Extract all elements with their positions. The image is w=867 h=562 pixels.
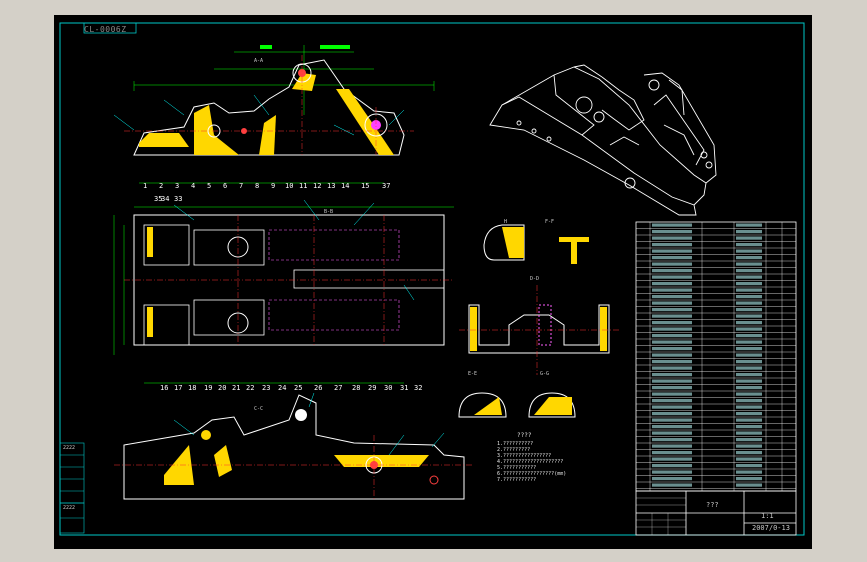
- scale-label: 1:1: [761, 512, 774, 520]
- balloon-24: 24: [278, 384, 286, 392]
- balloon-30: 30: [384, 384, 392, 392]
- balloon-21: 21: [232, 384, 240, 392]
- balloon-32: 32: [414, 384, 422, 392]
- balloon-14: 14: [341, 182, 349, 190]
- balloon-13: 13: [327, 182, 335, 190]
- section-label-a: A-A: [254, 58, 263, 64]
- side-label-b: 2222: [63, 505, 76, 511]
- balloon-5: 5: [207, 182, 211, 190]
- balloon-22: 22: [246, 384, 254, 392]
- balloon-10: 10: [285, 182, 293, 190]
- side-label-a: 2222: [63, 445, 76, 451]
- balloon-20: 20: [218, 384, 226, 392]
- top-elevation-view: [113, 45, 435, 184]
- balloon-37: 37: [382, 182, 390, 190]
- balloon-23: 23: [262, 384, 270, 392]
- balloon-25: 25: [294, 384, 302, 392]
- balloon-19: 19: [204, 384, 212, 392]
- balloon-11: 11: [299, 182, 307, 190]
- balloon-15: 15: [361, 182, 369, 190]
- bottom-elevation-view: [114, 392, 474, 500]
- balloon-16: 16: [160, 384, 168, 392]
- notes-title: ????: [517, 432, 532, 439]
- middle-plan-view: [113, 199, 454, 384]
- technical-notes: ???? 1.?????????? 2.????????? 3.????????…: [497, 432, 687, 484]
- title-mark: ???: [706, 501, 719, 509]
- section-label-f: F-F: [545, 219, 554, 225]
- balloon-34: 34: [161, 195, 169, 203]
- note-7: 7.???????????: [497, 477, 537, 483]
- balloon-3: 3: [175, 182, 179, 190]
- balloon-4: 4: [191, 182, 195, 190]
- balloon-18: 18: [188, 384, 196, 392]
- left-side-strips: [59, 442, 85, 534]
- section-label-c: C-C: [254, 406, 263, 412]
- balloon-9: 9: [271, 182, 275, 190]
- balloon-31: 31: [400, 384, 408, 392]
- balloon-26: 26: [314, 384, 322, 392]
- balloon-1: 1: [143, 182, 147, 190]
- balloons-middle: 35 34 33 16 17 18 19 20 21 22 23 24 25 2…: [154, 195, 422, 392]
- balloon-6: 6: [223, 182, 227, 190]
- balloon-2: 2: [159, 182, 163, 190]
- drawing-border: [59, 22, 805, 536]
- balloon-33: 33: [174, 195, 182, 203]
- drawing-number: 2007/0-13: [752, 524, 790, 532]
- balloon-7: 7: [239, 182, 243, 190]
- section-label-b: B-B: [324, 209, 333, 215]
- balloon-8: 8: [255, 182, 259, 190]
- section-label-h: H: [504, 219, 507, 225]
- drawing-sheet: 1 2 3 4 5 6 7 8 9 10 11 12 13 14 15 37 3…: [54, 15, 812, 549]
- balloon-12: 12: [313, 182, 321, 190]
- cad-canvas: 1 2 3 4 5 6 7 8 9 10 11 12 13 14 15 37 3…: [59, 22, 805, 536]
- drawing-code-tag: CL-0006Z: [84, 25, 127, 34]
- balloon-17: 17: [174, 384, 182, 392]
- balloon-27: 27: [334, 384, 342, 392]
- section-label-e: E-E: [468, 371, 477, 377]
- isometric-view: [489, 64, 717, 216]
- section-views: [458, 224, 619, 418]
- section-label-d: D-D: [530, 276, 539, 282]
- balloon-28: 28: [352, 384, 360, 392]
- balloon-29: 29: [368, 384, 376, 392]
- section-label-g: G-G: [540, 371, 549, 377]
